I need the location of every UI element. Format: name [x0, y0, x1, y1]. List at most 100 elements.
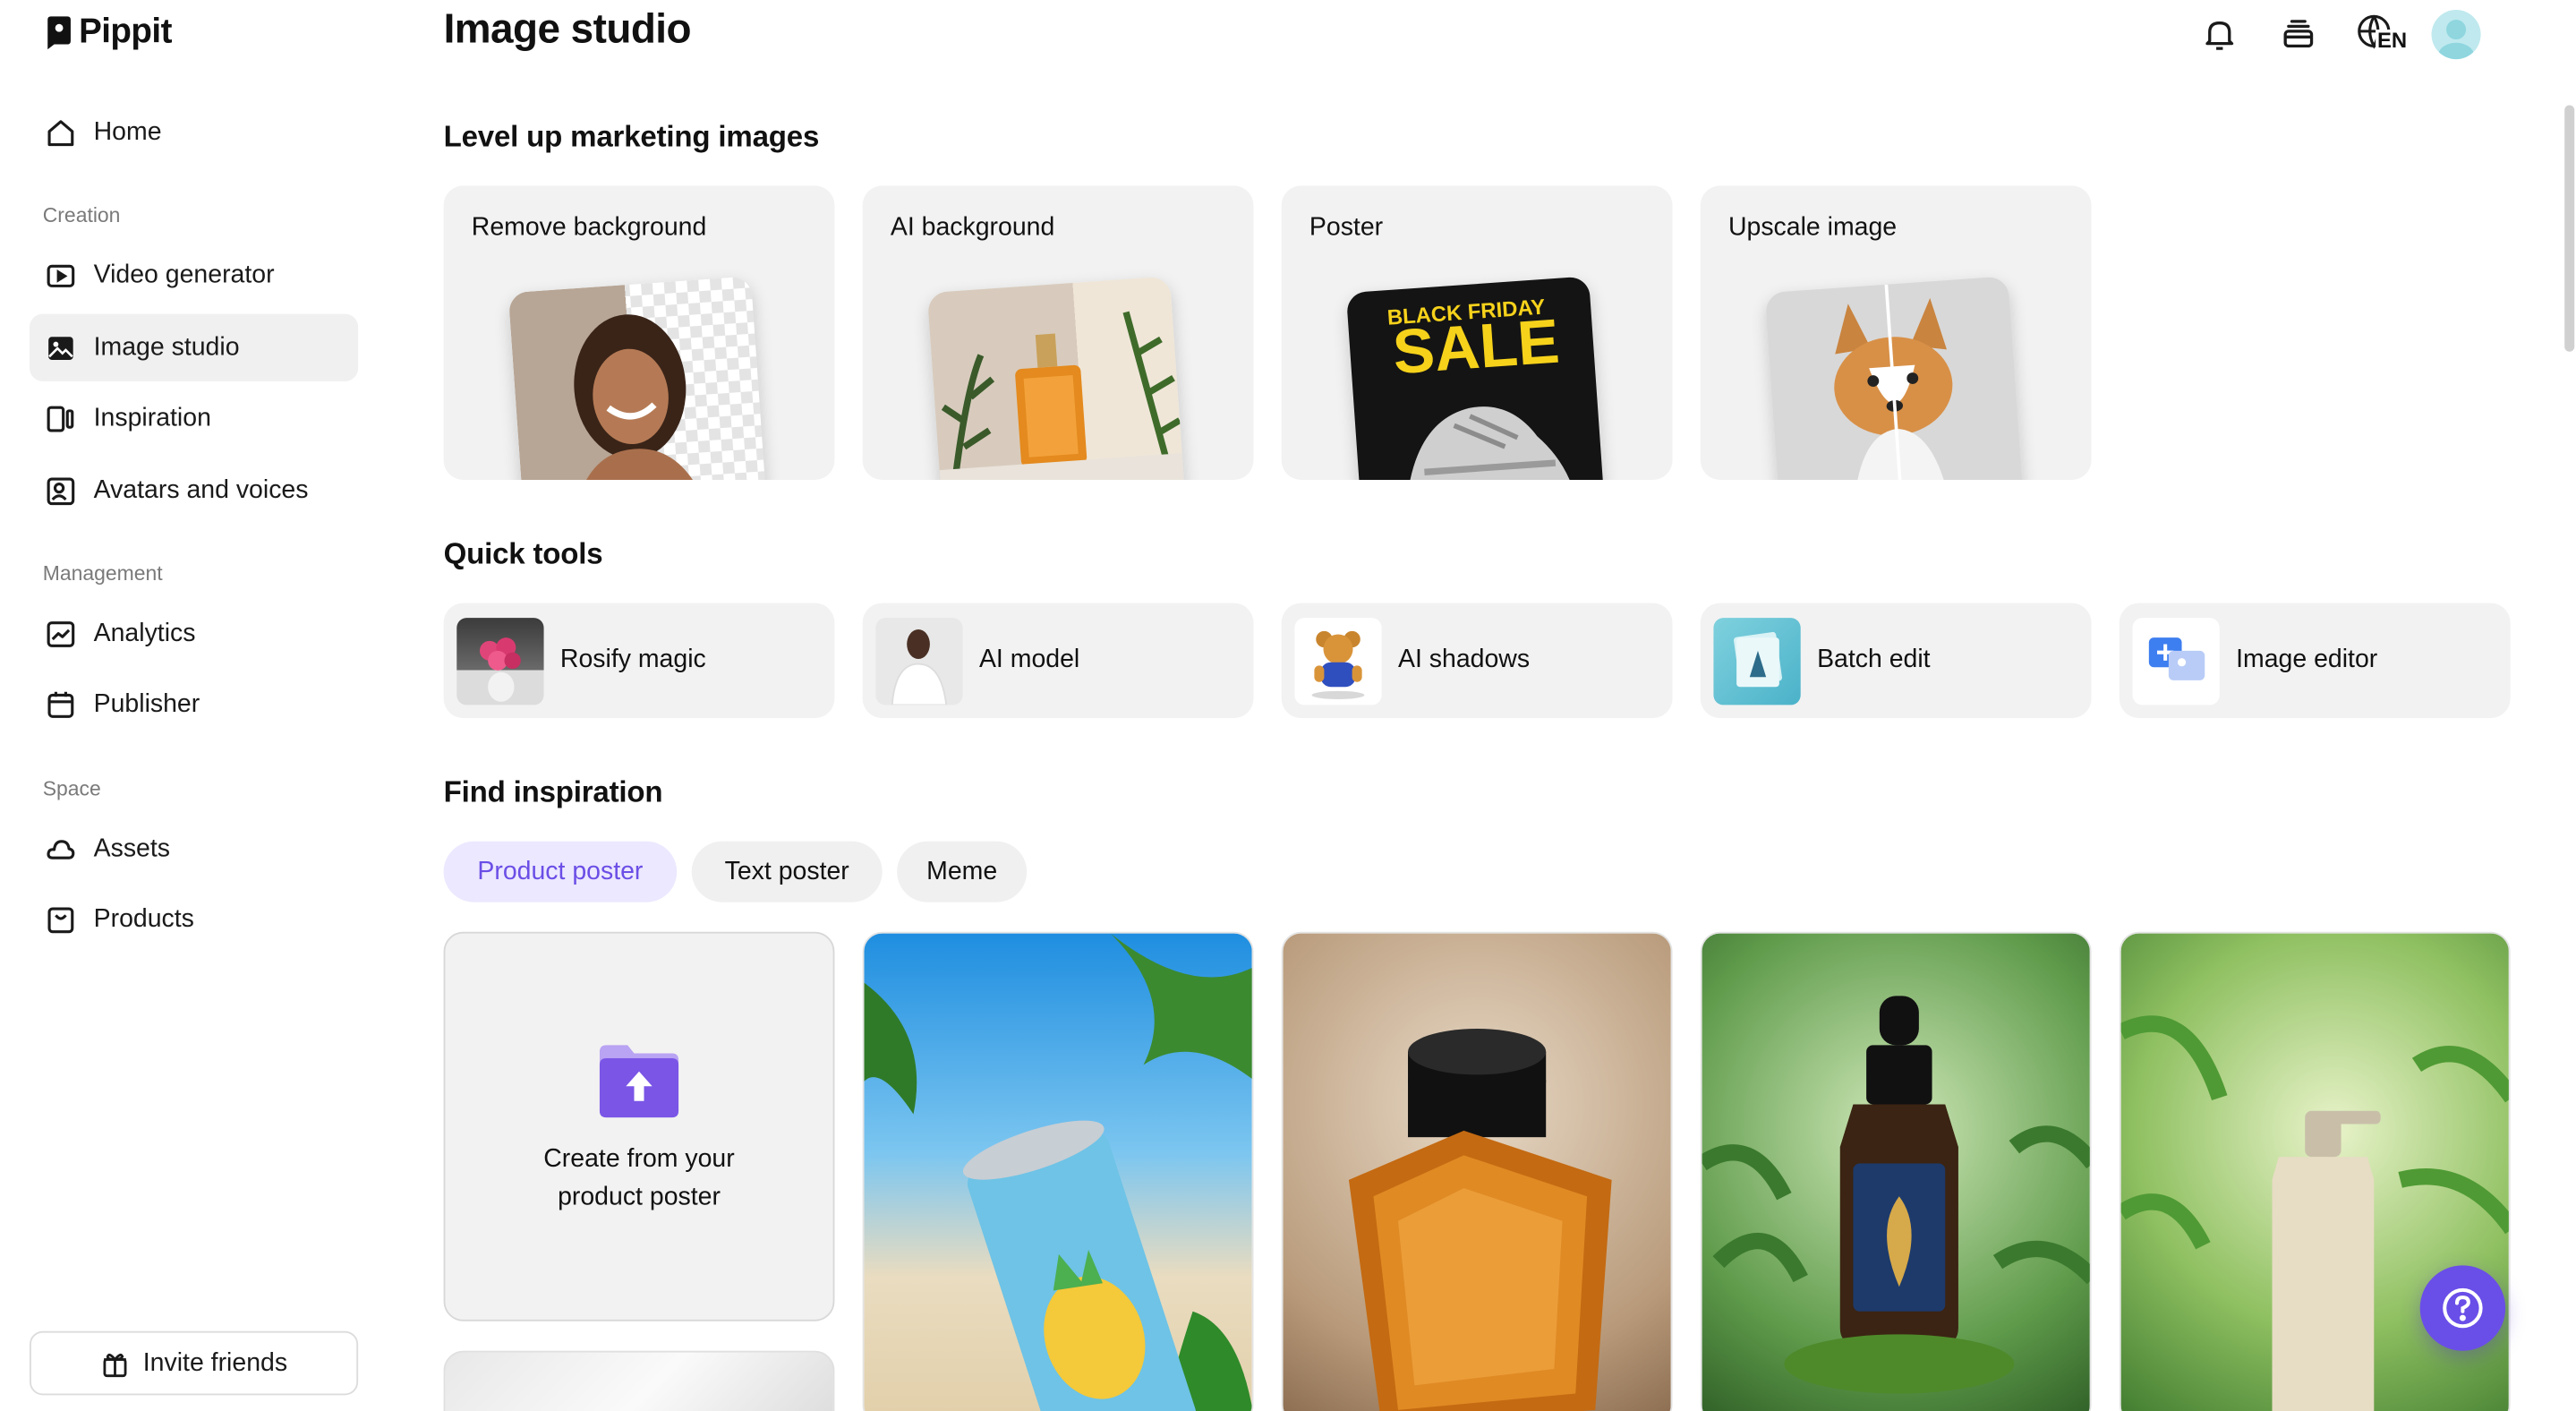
- cloud-icon: [47, 839, 75, 859]
- home-icon: [47, 119, 74, 146]
- calendar-icon: [47, 690, 74, 717]
- page-title: Image studio: [443, 6, 692, 53]
- sidebar-item-label: Publisher: [93, 688, 200, 718]
- sidebar-item-analytics[interactable]: Analytics: [30, 600, 358, 667]
- page-scrollbar[interactable]: [2564, 105, 2575, 352]
- feature-card-label: Upscale image: [1727, 213, 1898, 242]
- section-label-creation: Creation: [42, 203, 121, 227]
- tool-ai-shadows[interactable]: AI shadows: [1281, 603, 1673, 719]
- male-model-image: [891, 629, 948, 705]
- section-heading-find-inspiration: Find inspiration: [443, 775, 663, 809]
- sidebar-item-label: Avatars and voices: [93, 475, 309, 504]
- help-button[interactable]: [2419, 1265, 2506, 1351]
- ai-shadows-thumbnail: [1294, 617, 1382, 705]
- create-from-product-poster-card[interactable]: Create from your product poster: [443, 931, 835, 1321]
- sidebar-item-label: Products: [93, 904, 194, 933]
- invite-friends-label: Invite friends: [142, 1348, 288, 1377]
- image-editor-graphic: [2148, 637, 2205, 680]
- products-icon: [47, 906, 74, 933]
- sidebar-item-label: Assets: [93, 834, 171, 862]
- sidebar-item-inspiration[interactable]: Inspiration: [30, 385, 358, 452]
- credits-button[interactable]: [2277, 13, 2320, 56]
- teddy-bear-image: [1311, 629, 1365, 699]
- inspiration-card-serum-bottle[interactable]: [1700, 931, 2092, 1411]
- sidebar-item-label: Inspiration: [93, 403, 211, 432]
- sidebar-item-label: Image studio: [93, 332, 240, 361]
- image-editor-thumbnail: [2132, 617, 2220, 705]
- sidebar-item-label: Video generator: [93, 260, 275, 289]
- layers-icon: [2283, 20, 2314, 48]
- rosify-thumbnail: [456, 617, 544, 705]
- tool-rosify-magic[interactable]: Rosify magic: [443, 603, 835, 719]
- language-code: EN: [2376, 28, 2409, 53]
- notifications-button[interactable]: [2198, 13, 2241, 56]
- sidebar-item-video-generator[interactable]: Video generator: [30, 242, 358, 309]
- feature-card-remove-background[interactable]: Remove background: [443, 185, 835, 480]
- sidebar-item-assets[interactable]: Assets: [30, 815, 358, 882]
- remove-background-preview: [508, 276, 767, 480]
- create-card-label: Create from your product poster: [543, 1144, 735, 1210]
- tab-text-poster[interactable]: Text poster: [691, 841, 883, 902]
- tab-meme[interactable]: Meme: [897, 841, 1028, 902]
- tool-image-editor[interactable]: Image editor: [2119, 603, 2511, 719]
- avatar-voice-icon: [47, 476, 75, 505]
- feature-card-upscale-image[interactable]: Upscale image: [1700, 185, 2092, 480]
- user-avatar[interactable]: [2431, 10, 2481, 60]
- tool-batch-edit[interactable]: Batch edit: [1700, 603, 2092, 719]
- invite-friends-button[interactable]: Invite friends: [30, 1330, 359, 1396]
- tool-label: Batch edit: [1817, 646, 1931, 674]
- language-button[interactable]: EN: [2356, 13, 2411, 56]
- inspiration-icon: [47, 405, 74, 432]
- feature-card-label: Remove background: [471, 213, 707, 242]
- question-icon: [2443, 1287, 2483, 1329]
- sidebar-item-label: Analytics: [93, 619, 196, 647]
- woman-portrait-image: [573, 314, 708, 480]
- sneaker-image: [1409, 406, 1574, 480]
- sidebar: Pippit Home Creation Video generator Ima…: [0, 0, 388, 1411]
- section-label-space: Space: [42, 777, 101, 800]
- tab-product-poster[interactable]: Product poster: [443, 841, 678, 902]
- tool-label: AI model: [978, 646, 1080, 674]
- feature-card-label: AI background: [890, 213, 1055, 242]
- rose-vase-image: [479, 637, 521, 701]
- tool-label: Rosify magic: [559, 646, 706, 674]
- inspiration-card-soda-can[interactable]: [862, 931, 1254, 1411]
- sidebar-item-image-studio[interactable]: Image studio: [30, 313, 359, 381]
- video-generator-icon: [47, 263, 75, 287]
- tool-label: AI shadows: [1398, 646, 1531, 674]
- sidebar-item-publisher[interactable]: Publisher: [30, 671, 358, 738]
- avatar-body-shape: [2437, 42, 2475, 60]
- inspiration-card-perfume[interactable]: [1281, 931, 1673, 1411]
- corgi-dog-image: [1834, 284, 1953, 480]
- sidebar-item-products[interactable]: Products: [30, 885, 358, 953]
- image-studio-icon: [48, 336, 73, 360]
- section-heading-level-up: Level up marketing images: [443, 119, 820, 153]
- sidebar-item-avatars-voices[interactable]: Avatars and voices: [30, 457, 358, 524]
- pippit-logo-icon: [47, 16, 71, 50]
- tool-ai-model[interactable]: AI model: [862, 603, 1254, 719]
- stacked-photos-image: [1733, 631, 1782, 687]
- poster-preview: BLACK FRIDAY SALE: [1345, 276, 1605, 480]
- upscale-preview: [1764, 276, 2024, 480]
- perfume-bottle-image: [939, 311, 1186, 480]
- bell-icon: [2205, 21, 2234, 50]
- feature-card-poster[interactable]: Poster BLACK FRIDAY SALE: [1281, 185, 1673, 480]
- ai-model-thumbnail: [875, 617, 963, 705]
- app-name: Pippit: [79, 13, 172, 51]
- sidebar-item-home[interactable]: Home: [30, 98, 358, 166]
- dropper-bottle-image: [1702, 996, 2090, 1394]
- ai-background-preview: [926, 276, 1186, 480]
- inspiration-card-partial[interactable]: [443, 1350, 835, 1411]
- section-label-management: Management: [42, 561, 163, 586]
- app-logo[interactable]: Pippit: [45, 13, 172, 53]
- tool-label: Image editor: [2236, 646, 2378, 674]
- feature-card-ai-background[interactable]: AI background: [862, 185, 1254, 480]
- pineapple-can-image: [864, 933, 1252, 1411]
- analytics-icon: [47, 620, 75, 646]
- upload-folder-icon: [599, 1044, 679, 1117]
- sidebar-item-label: Home: [93, 117, 162, 146]
- feature-card-label: Poster: [1309, 213, 1384, 242]
- avatar-head-shape: [2446, 20, 2467, 40]
- batch-edit-thumbnail: [1713, 617, 1801, 705]
- amber-perfume-image: [1348, 1029, 1612, 1411]
